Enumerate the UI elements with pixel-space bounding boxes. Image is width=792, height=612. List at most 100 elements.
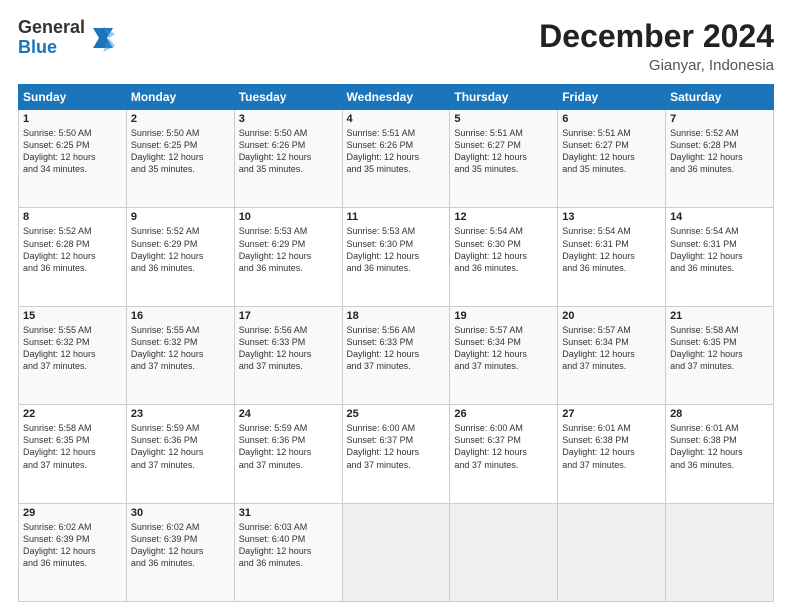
day-info: Sunrise: 5:56 AMSunset: 6:33 PMDaylight:… bbox=[347, 325, 420, 371]
day-cell-15: 15 Sunrise: 5:55 AMSunset: 6:32 PMDaylig… bbox=[19, 306, 127, 404]
day-number: 10 bbox=[239, 211, 338, 223]
day-number: 13 bbox=[562, 211, 661, 223]
day-number: 22 bbox=[23, 408, 122, 420]
header-row: Sunday Monday Tuesday Wednesday Thursday… bbox=[19, 85, 774, 110]
day-cell-24: 24 Sunrise: 5:59 AMSunset: 6:36 PMDaylig… bbox=[234, 405, 342, 503]
day-info: Sunrise: 5:50 AMSunset: 6:25 PMDaylight:… bbox=[131, 128, 204, 174]
title-block: December 2024 Gianyar, Indonesia bbox=[539, 18, 774, 74]
table-row: 15 Sunrise: 5:55 AMSunset: 6:32 PMDaylig… bbox=[19, 306, 774, 404]
day-cell-18: 18 Sunrise: 5:56 AMSunset: 6:33 PMDaylig… bbox=[342, 306, 450, 404]
day-number: 18 bbox=[347, 310, 446, 322]
day-cell-17: 17 Sunrise: 5:56 AMSunset: 6:33 PMDaylig… bbox=[234, 306, 342, 404]
day-cell-3: 3 Sunrise: 5:50 AMSunset: 6:26 PMDayligh… bbox=[234, 110, 342, 208]
day-cell-12: 12 Sunrise: 5:54 AMSunset: 6:30 PMDaylig… bbox=[450, 208, 558, 306]
day-info: Sunrise: 5:58 AMSunset: 6:35 PMDaylight:… bbox=[23, 423, 96, 469]
day-info: Sunrise: 5:52 AMSunset: 6:28 PMDaylight:… bbox=[670, 128, 743, 174]
day-info: Sunrise: 6:02 AMSunset: 6:39 PMDaylight:… bbox=[23, 522, 96, 568]
empty-cell bbox=[666, 503, 774, 601]
day-number: 6 bbox=[562, 113, 661, 125]
day-number: 23 bbox=[131, 408, 230, 420]
day-cell-23: 23 Sunrise: 5:59 AMSunset: 6:36 PMDaylig… bbox=[126, 405, 234, 503]
col-monday: Monday bbox=[126, 85, 234, 110]
logo-blue: Blue bbox=[18, 38, 85, 58]
day-number: 16 bbox=[131, 310, 230, 322]
day-number: 26 bbox=[454, 408, 553, 420]
table-row: 1 Sunrise: 5:50 AMSunset: 6:25 PMDayligh… bbox=[19, 110, 774, 208]
day-info: Sunrise: 5:55 AMSunset: 6:32 PMDaylight:… bbox=[23, 325, 96, 371]
day-cell-14: 14 Sunrise: 5:54 AMSunset: 6:31 PMDaylig… bbox=[666, 208, 774, 306]
day-number: 30 bbox=[131, 507, 230, 519]
day-info: Sunrise: 5:58 AMSunset: 6:35 PMDaylight:… bbox=[670, 325, 743, 371]
day-info: Sunrise: 5:52 AMSunset: 6:29 PMDaylight:… bbox=[131, 226, 204, 272]
day-cell-29: 29 Sunrise: 6:02 AMSunset: 6:39 PMDaylig… bbox=[19, 503, 127, 601]
day-info: Sunrise: 5:50 AMSunset: 6:25 PMDaylight:… bbox=[23, 128, 96, 174]
col-saturday: Saturday bbox=[666, 85, 774, 110]
day-info: Sunrise: 6:03 AMSunset: 6:40 PMDaylight:… bbox=[239, 522, 312, 568]
day-number: 11 bbox=[347, 211, 446, 223]
day-info: Sunrise: 6:01 AMSunset: 6:38 PMDaylight:… bbox=[562, 423, 635, 469]
day-cell-22: 22 Sunrise: 5:58 AMSunset: 6:35 PMDaylig… bbox=[19, 405, 127, 503]
day-cell-4: 4 Sunrise: 5:51 AMSunset: 6:26 PMDayligh… bbox=[342, 110, 450, 208]
day-cell-9: 9 Sunrise: 5:52 AMSunset: 6:29 PMDayligh… bbox=[126, 208, 234, 306]
day-info: Sunrise: 5:53 AMSunset: 6:29 PMDaylight:… bbox=[239, 226, 312, 272]
day-info: Sunrise: 5:59 AMSunset: 6:36 PMDaylight:… bbox=[131, 423, 204, 469]
empty-cell bbox=[450, 503, 558, 601]
col-thursday: Thursday bbox=[450, 85, 558, 110]
day-number: 15 bbox=[23, 310, 122, 322]
day-number: 19 bbox=[454, 310, 553, 322]
day-info: Sunrise: 5:51 AMSunset: 6:27 PMDaylight:… bbox=[454, 128, 527, 174]
logo-icon bbox=[89, 24, 117, 52]
table-row: 29 Sunrise: 6:02 AMSunset: 6:39 PMDaylig… bbox=[19, 503, 774, 601]
day-info: Sunrise: 5:59 AMSunset: 6:36 PMDaylight:… bbox=[239, 423, 312, 469]
day-info: Sunrise: 5:51 AMSunset: 6:27 PMDaylight:… bbox=[562, 128, 635, 174]
table-row: 8 Sunrise: 5:52 AMSunset: 6:28 PMDayligh… bbox=[19, 208, 774, 306]
day-info: Sunrise: 5:53 AMSunset: 6:30 PMDaylight:… bbox=[347, 226, 420, 272]
day-cell-7: 7 Sunrise: 5:52 AMSunset: 6:28 PMDayligh… bbox=[666, 110, 774, 208]
day-number: 9 bbox=[131, 211, 230, 223]
day-info: Sunrise: 5:52 AMSunset: 6:28 PMDaylight:… bbox=[23, 226, 96, 272]
logo-text: General Blue bbox=[18, 18, 85, 58]
logo-general: General bbox=[18, 18, 85, 38]
location: Gianyar, Indonesia bbox=[539, 57, 774, 74]
day-cell-2: 2 Sunrise: 5:50 AMSunset: 6:25 PMDayligh… bbox=[126, 110, 234, 208]
day-info: Sunrise: 6:02 AMSunset: 6:39 PMDaylight:… bbox=[131, 522, 204, 568]
day-cell-28: 28 Sunrise: 6:01 AMSunset: 6:38 PMDaylig… bbox=[666, 405, 774, 503]
day-info: Sunrise: 5:55 AMSunset: 6:32 PMDaylight:… bbox=[131, 325, 204, 371]
day-number: 2 bbox=[131, 113, 230, 125]
col-tuesday: Tuesday bbox=[234, 85, 342, 110]
day-info: Sunrise: 6:01 AMSunset: 6:38 PMDaylight:… bbox=[670, 423, 743, 469]
day-number: 1 bbox=[23, 113, 122, 125]
day-number: 25 bbox=[347, 408, 446, 420]
day-info: Sunrise: 5:57 AMSunset: 6:34 PMDaylight:… bbox=[562, 325, 635, 371]
day-number: 4 bbox=[347, 113, 446, 125]
day-cell-8: 8 Sunrise: 5:52 AMSunset: 6:28 PMDayligh… bbox=[19, 208, 127, 306]
day-cell-11: 11 Sunrise: 5:53 AMSunset: 6:30 PMDaylig… bbox=[342, 208, 450, 306]
day-cell-10: 10 Sunrise: 5:53 AMSunset: 6:29 PMDaylig… bbox=[234, 208, 342, 306]
day-info: Sunrise: 5:57 AMSunset: 6:34 PMDaylight:… bbox=[454, 325, 527, 371]
day-info: Sunrise: 6:00 AMSunset: 6:37 PMDaylight:… bbox=[347, 423, 420, 469]
calendar-table: Sunday Monday Tuesday Wednesday Thursday… bbox=[18, 84, 774, 602]
day-cell-1: 1 Sunrise: 5:50 AMSunset: 6:25 PMDayligh… bbox=[19, 110, 127, 208]
day-cell-16: 16 Sunrise: 5:55 AMSunset: 6:32 PMDaylig… bbox=[126, 306, 234, 404]
empty-cell bbox=[558, 503, 666, 601]
day-cell-26: 26 Sunrise: 6:00 AMSunset: 6:37 PMDaylig… bbox=[450, 405, 558, 503]
day-number: 21 bbox=[670, 310, 769, 322]
col-friday: Friday bbox=[558, 85, 666, 110]
day-number: 12 bbox=[454, 211, 553, 223]
day-number: 7 bbox=[670, 113, 769, 125]
day-info: Sunrise: 5:56 AMSunset: 6:33 PMDaylight:… bbox=[239, 325, 312, 371]
col-sunday: Sunday bbox=[19, 85, 127, 110]
day-number: 5 bbox=[454, 113, 553, 125]
day-cell-19: 19 Sunrise: 5:57 AMSunset: 6:34 PMDaylig… bbox=[450, 306, 558, 404]
day-cell-27: 27 Sunrise: 6:01 AMSunset: 6:38 PMDaylig… bbox=[558, 405, 666, 503]
day-info: Sunrise: 5:54 AMSunset: 6:31 PMDaylight:… bbox=[562, 226, 635, 272]
day-cell-30: 30 Sunrise: 6:02 AMSunset: 6:39 PMDaylig… bbox=[126, 503, 234, 601]
logo: General Blue bbox=[18, 18, 117, 58]
day-number: 24 bbox=[239, 408, 338, 420]
day-number: 31 bbox=[239, 507, 338, 519]
day-info: Sunrise: 6:00 AMSunset: 6:37 PMDaylight:… bbox=[454, 423, 527, 469]
col-wednesday: Wednesday bbox=[342, 85, 450, 110]
day-cell-5: 5 Sunrise: 5:51 AMSunset: 6:27 PMDayligh… bbox=[450, 110, 558, 208]
empty-cell bbox=[342, 503, 450, 601]
day-number: 3 bbox=[239, 113, 338, 125]
